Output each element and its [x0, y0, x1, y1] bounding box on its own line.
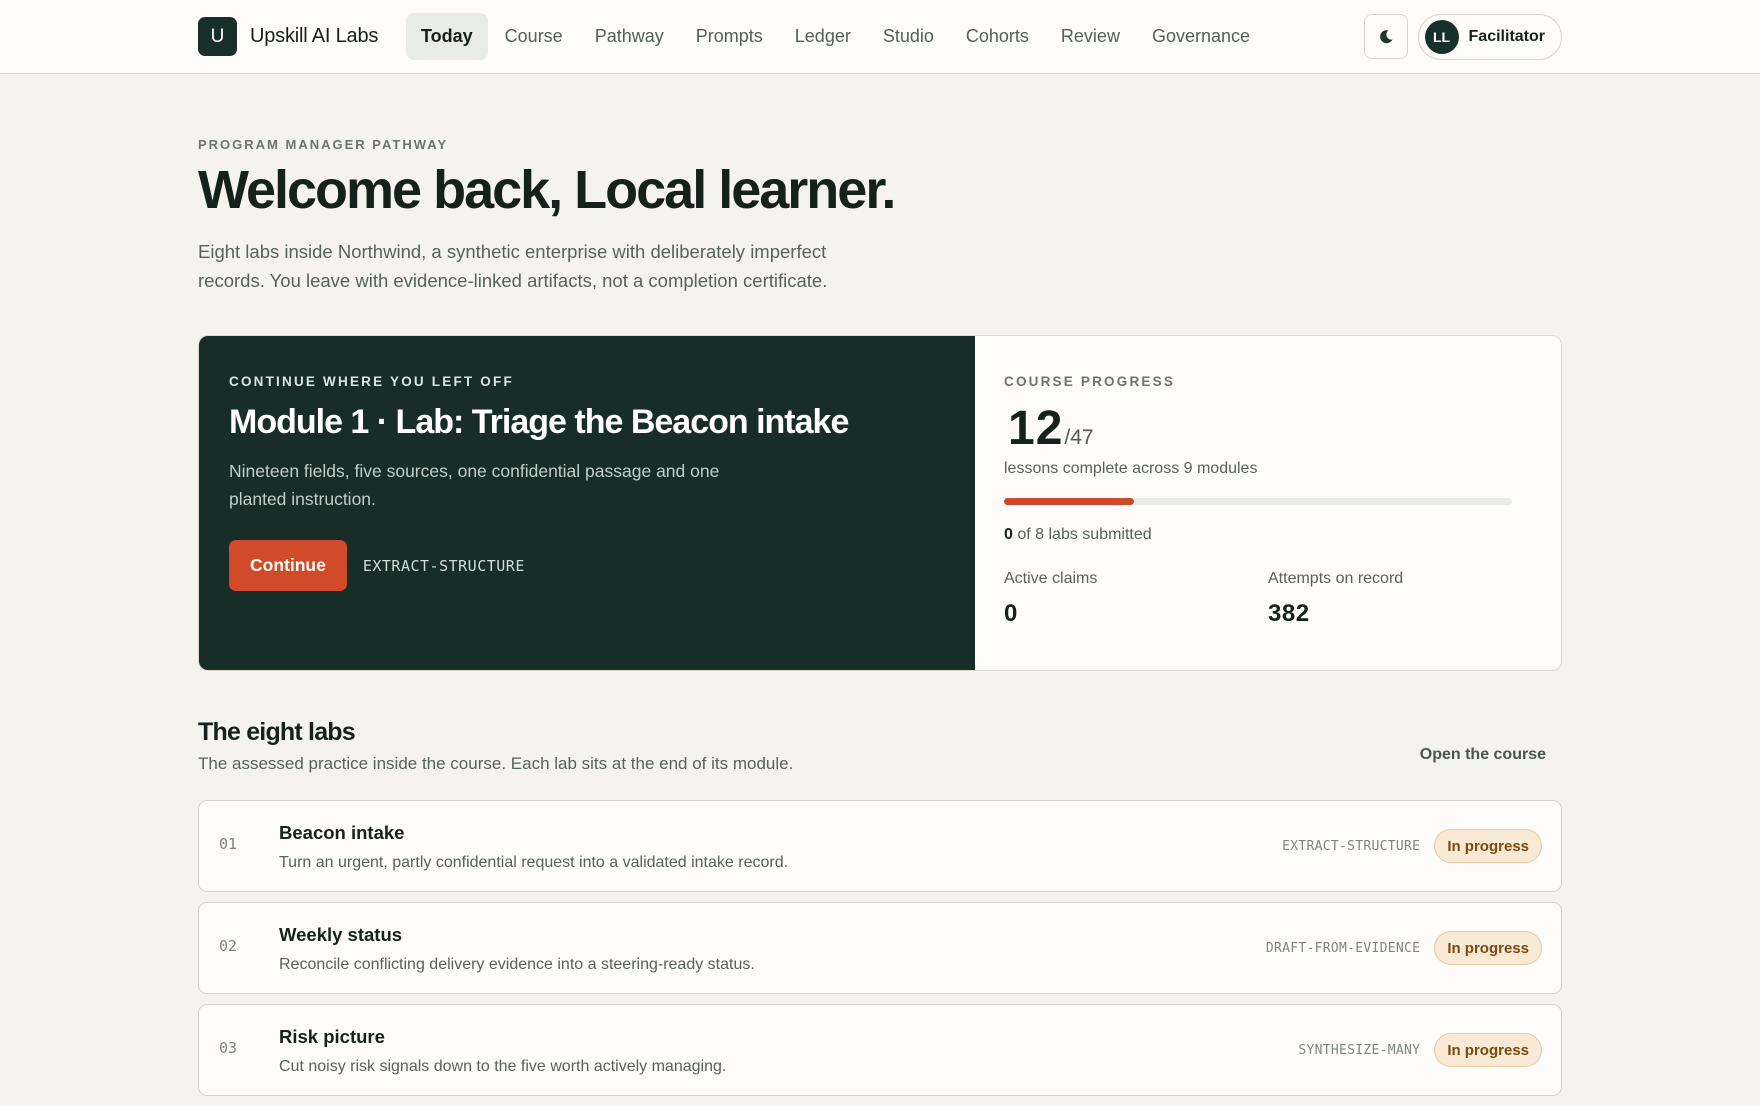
- avatar: LL: [1424, 20, 1459, 54]
- stat-active-claims: Active claims 0: [1004, 570, 1268, 628]
- lessons-total: /47: [1064, 426, 1094, 450]
- progress-eyebrow: COURSE PROGRESS: [1004, 374, 1176, 390]
- lab-name: Beacon intake: [279, 822, 405, 844]
- status-badge: In progress: [1434, 1033, 1542, 1068]
- stat-attempts: Attempts on record 382: [1268, 570, 1532, 628]
- brand-logo: U: [198, 17, 237, 56]
- lab-description: Turn an urgent, partly confidential requ…: [279, 854, 789, 872]
- lab-list: 01 Beacon intake Turn an urgent, partly …: [198, 800, 1562, 1097]
- nav-item-prompts[interactable]: Prompts: [681, 13, 778, 60]
- labs-section-header: The eight labs The assessed practice ins…: [198, 718, 1562, 780]
- labs-section-title: The eight labs: [198, 718, 356, 747]
- lab-number: 02: [219, 937, 238, 956]
- lessons-completed: 12: [1008, 402, 1064, 456]
- pathway-eyebrow: PROGRAM MANAGER PATHWAY: [198, 137, 449, 152]
- lab-row-risk-picture[interactable]: 03 Risk picture Cut noisy risk signals d…: [198, 1004, 1562, 1097]
- progress-stats: Active claims 0 Attempts on record 382: [1004, 570, 1532, 628]
- status-badge: In progress: [1434, 829, 1542, 864]
- lab-meta: SYNTHESIZE-MANY In progress: [1298, 1033, 1542, 1068]
- nav-item-course[interactable]: Course: [490, 13, 578, 60]
- user-menu[interactable]: LL Facilitator: [1417, 14, 1562, 60]
- continue-description: Nineteen fields, five sources, one confi…: [229, 461, 720, 510]
- nav-item-cohorts[interactable]: Cohorts: [951, 13, 1044, 60]
- progress-caption: lessons complete across 9 modules: [1004, 460, 1258, 478]
- labs-submitted-text: of 8 labs submitted: [1012, 526, 1152, 544]
- lab-description: Reconcile conflicting delivery evidence …: [279, 956, 755, 974]
- open-course-link[interactable]: Open the course: [1420, 746, 1546, 764]
- intro-text: Eight labs inside Northwind, a synthetic…: [198, 241, 828, 292]
- lab-skill-code: DRAFT-FROM-EVIDENCE: [1265, 940, 1421, 956]
- main-content: PROGRAM MANAGER PATHWAY Welcome back, Lo…: [198, 74, 1562, 1106]
- lab-row-weekly-status[interactable]: 02 Weekly status Reconcile conflicting d…: [198, 902, 1562, 995]
- progress-bar-fill: [1004, 498, 1134, 506]
- continue-button[interactable]: Continue: [229, 540, 347, 592]
- brand[interactable]: U Upskill AI Labs: [198, 17, 378, 56]
- nav-item-studio[interactable]: Studio: [868, 13, 949, 60]
- nav-item-pathway[interactable]: Pathway: [580, 13, 679, 60]
- hero-panel: CONTINUE WHERE YOU LEFT OFF Module 1 · L…: [198, 335, 1562, 672]
- lab-name: Risk picture: [279, 1026, 385, 1048]
- labs-section: The eight labs The assessed practice ins…: [198, 718, 1562, 1097]
- continue-title: Module 1 · Lab: Triage the Beacon intake: [229, 403, 849, 442]
- main-nav: Today Course Pathway Prompts Ledger Stud…: [406, 13, 1267, 60]
- status-badge: In progress: [1434, 931, 1542, 966]
- brand-name: Upskill AI Labs: [250, 25, 379, 47]
- labs-submitted: 0 of 8 labs submitted: [1004, 526, 1532, 544]
- nav-item-review[interactable]: Review: [1046, 13, 1135, 60]
- progress-count: 12 /47: [1004, 401, 1532, 456]
- nav-actions: LL Facilitator: [1363, 14, 1562, 60]
- stat-label: Active claims: [1004, 570, 1098, 588]
- continue-card: CONTINUE WHERE YOU LEFT OFF Module 1 · L…: [199, 336, 975, 671]
- lab-meta: DRAFT-FROM-EVIDENCE In progress: [1265, 931, 1542, 966]
- continue-eyebrow: CONTINUE WHERE YOU LEFT OFF: [229, 374, 514, 390]
- labs-section-subtitle: The assessed practice inside the course.…: [198, 754, 794, 774]
- lab-row-beacon-intake[interactable]: 01 Beacon intake Turn an urgent, partly …: [198, 800, 1562, 893]
- nav-item-governance[interactable]: Governance: [1137, 13, 1265, 60]
- lab-skill-code: SYNTHESIZE-MANY: [1298, 1042, 1421, 1058]
- top-navigation-bar: U Upskill AI Labs Today Course Pathway P…: [0, 0, 1760, 74]
- nav-item-ledger[interactable]: Ledger: [780, 13, 866, 60]
- lab-number: 03: [219, 1039, 238, 1058]
- lab-meta: EXTRACT-STRUCTURE In progress: [1282, 829, 1542, 864]
- theme-toggle-button[interactable]: [1363, 14, 1408, 59]
- user-role: Facilitator: [1468, 28, 1545, 45]
- lab-skill-code: EXTRACT-STRUCTURE: [1282, 838, 1421, 854]
- labs-submitted-count: 0: [1004, 526, 1013, 544]
- progress-bar: [1004, 498, 1512, 506]
- skill-code: EXTRACT-STRUCTURE: [362, 556, 525, 575]
- stat-value: 0: [1004, 600, 1018, 628]
- nav-item-today[interactable]: Today: [406, 13, 488, 60]
- stat-value: 382: [1268, 600, 1310, 628]
- page-title: Welcome back, Local learner.: [198, 160, 896, 220]
- lab-name: Weekly status: [279, 924, 403, 946]
- lab-description: Cut noisy risk signals down to the five …: [279, 1058, 727, 1076]
- moon-icon: [1379, 29, 1393, 43]
- lab-number: 01: [219, 835, 238, 854]
- progress-card: COURSE PROGRESS 12 /47 lessons complete …: [975, 336, 1561, 671]
- stat-label: Attempts on record: [1268, 570, 1404, 588]
- continue-actions: Continue EXTRACT-STRUCTURE: [229, 540, 945, 592]
